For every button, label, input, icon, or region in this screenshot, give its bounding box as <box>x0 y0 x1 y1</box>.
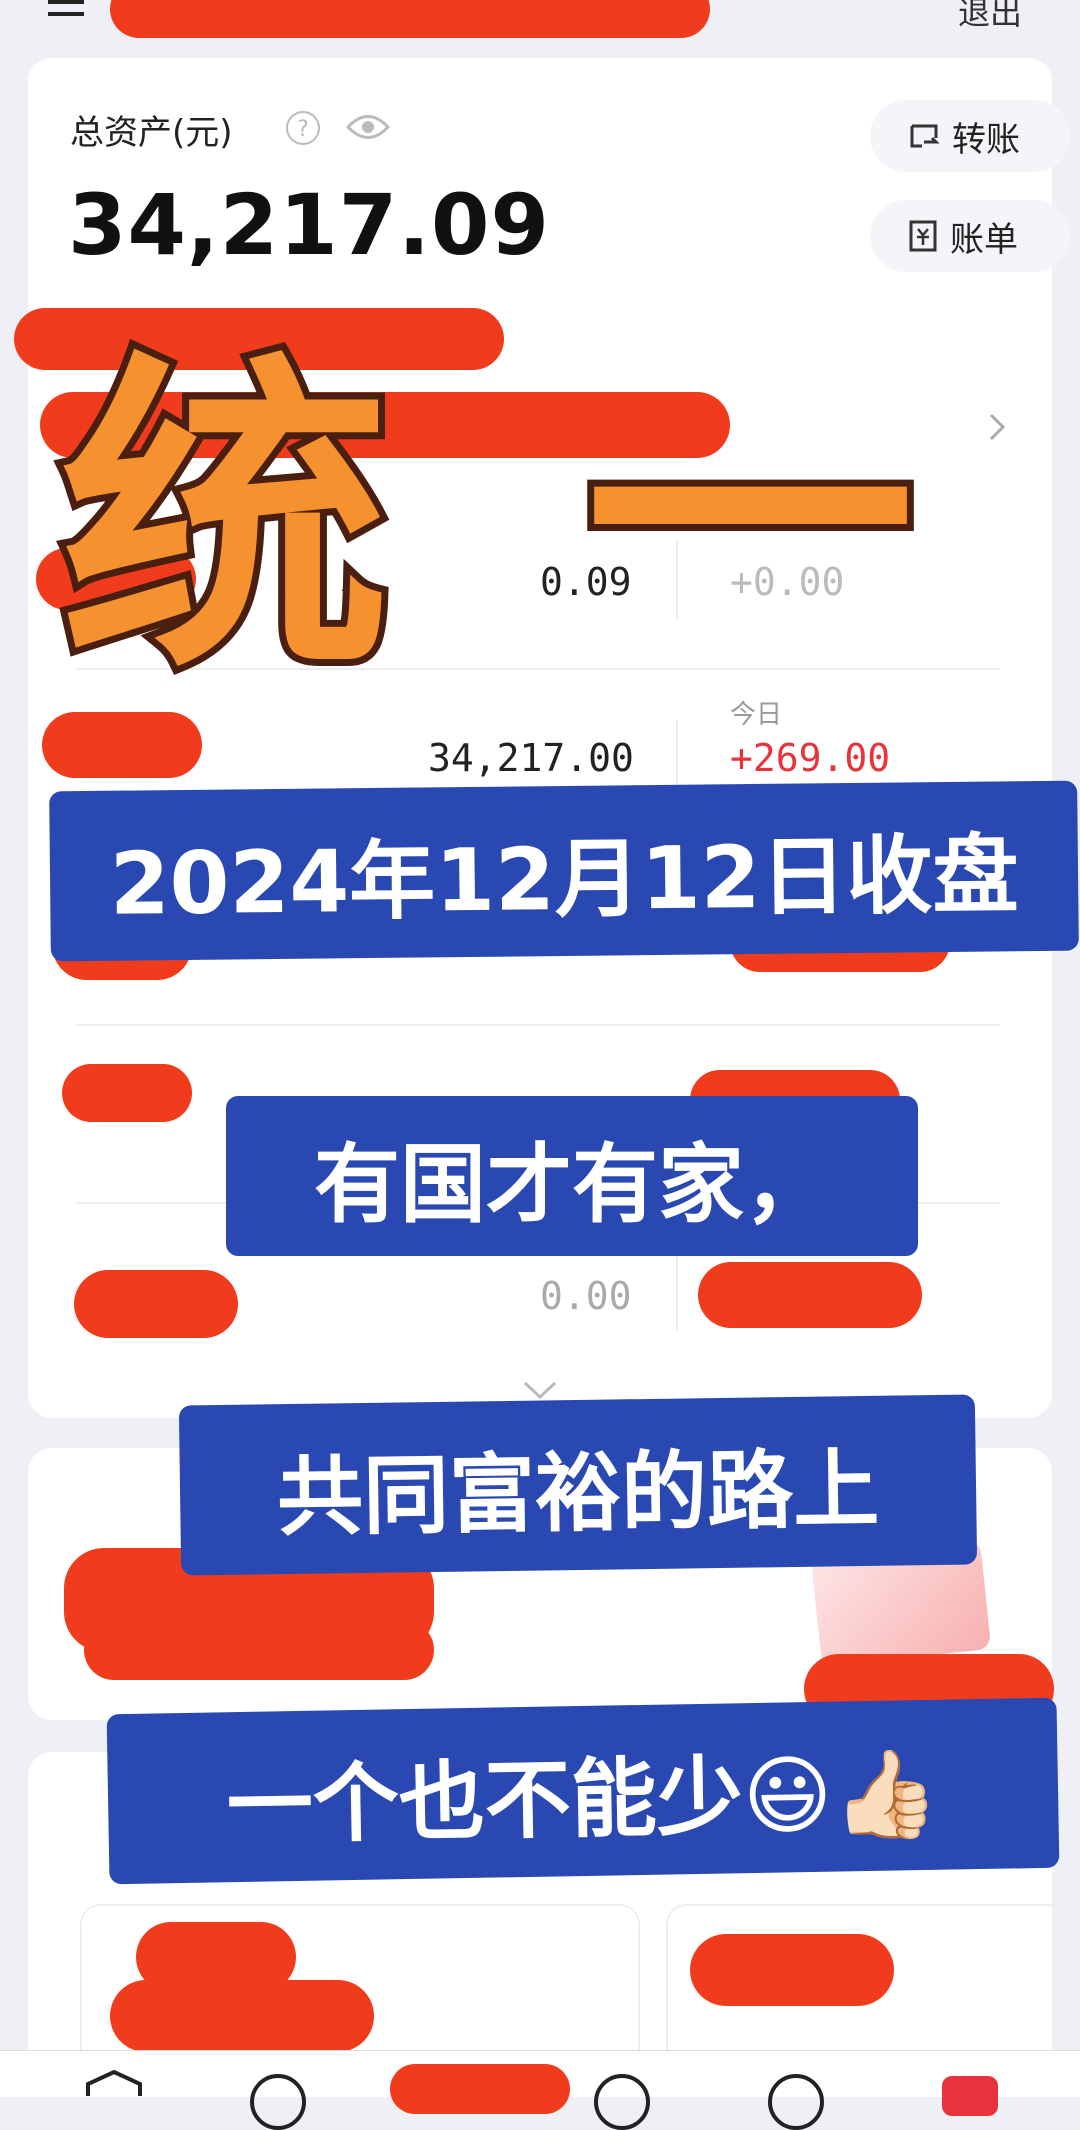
my-account-icon[interactable] <box>942 2076 998 2116</box>
home-icon[interactable] <box>84 2070 144 2096</box>
bill-button[interactable]: 账单 <box>870 200 1070 272</box>
market-icon[interactable] <box>250 2074 306 2130</box>
chevron-down-icon[interactable] <box>522 1380 558 1400</box>
big-title-overlay: 统 一 <box>53 321 955 719</box>
total-assets-value: 34,217.09 <box>68 176 550 274</box>
eye-icon[interactable] <box>346 112 390 142</box>
redacted-tile-left-sub <box>110 1980 374 2052</box>
redacted-row-4-label <box>62 1064 192 1122</box>
banner-line-2: 有国才有家， <box>226 1096 918 1256</box>
row-4-divider <box>676 1250 678 1330</box>
redacted-promo-subtitle <box>84 1620 434 1680</box>
total-assets-label: 总资产(元) <box>70 113 233 153</box>
row-separator <box>76 1024 1000 1026</box>
redacted-account-name <box>110 0 710 38</box>
menu-icon[interactable] <box>48 0 84 16</box>
banner-line-3: 共同富裕的路上 <box>178 1394 978 1576</box>
wealth-icon[interactable] <box>594 2074 650 2130</box>
transfer-button[interactable]: 转账 <box>870 100 1070 172</box>
banner-date: 2024年12月12日收盘 <box>49 780 1079 962</box>
bill-icon <box>909 220 937 252</box>
redacted-tile-right-title <box>690 1934 894 2006</box>
news-icon[interactable] <box>768 2074 824 2130</box>
redacted-row-5-label <box>74 1270 238 1338</box>
bill-label: 账单 <box>950 219 1018 260</box>
row-4-amount: 0.00 <box>540 1274 632 1318</box>
banner-line-4: 一个也不能少😃👍🏻 <box>106 1697 1060 1885</box>
redacted-tab <box>390 2064 570 2114</box>
redacted-row-5-change <box>698 1262 922 1328</box>
question-icon[interactable]: ? <box>286 111 320 145</box>
logout-button[interactable]: 退出 <box>958 0 1022 34</box>
transfer-icon <box>910 124 940 148</box>
row-2-change: +269.00 <box>730 736 891 780</box>
row-2-amount: 34,217.00 <box>428 736 634 780</box>
transfer-label: 转账 <box>952 119 1020 160</box>
